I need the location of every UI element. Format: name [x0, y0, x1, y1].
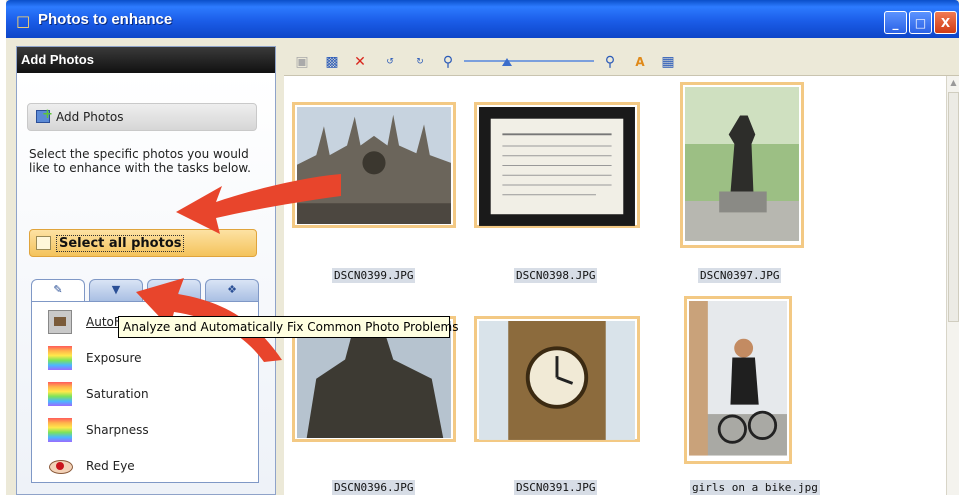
enhance-tab-icon: ✎: [53, 283, 63, 296]
clock-tower-photo: [479, 321, 635, 440]
task-label: Red Eye: [86, 459, 135, 473]
title-bar[interactable]: □ Photos to enhance _ □ X: [6, 0, 959, 38]
zoom-out-icon[interactable]: ⚲: [438, 52, 458, 72]
remove-photo-icon[interactable]: ▩: [322, 52, 342, 72]
add-photos-panel: Add Photos Add Photos Select the specifi…: [16, 46, 276, 495]
tab-enhance[interactable]: ✎: [31, 279, 85, 302]
task-label: Exposure: [86, 351, 142, 365]
task-red-eye[interactable]: Red Eye: [38, 452, 252, 480]
task-sharpness[interactable]: Sharpness: [38, 416, 252, 444]
task-label: Sharpness: [86, 423, 149, 437]
tab-edit[interactable]: ▼: [89, 279, 143, 301]
red-eye-icon: [48, 454, 73, 478]
statue-photo: [685, 87, 799, 241]
task-saturation[interactable]: Saturation: [38, 380, 252, 408]
rotate-right-icon[interactable]: ↻: [410, 52, 430, 72]
edit-tab-icon: ▼: [111, 283, 121, 296]
arrow-to-select-all: [176, 174, 341, 234]
bust-photo: [297, 321, 451, 439]
delete-icon[interactable]: ✕: [350, 52, 370, 72]
app-icon: □: [16, 12, 31, 30]
photo-thumbnail[interactable]: [474, 102, 640, 228]
saturation-icon: [48, 382, 72, 406]
view-options-icon[interactable]: ▦: [658, 52, 678, 72]
minimize-button[interactable]: _: [884, 11, 907, 34]
photo-name: DSCN0398.JPG: [514, 268, 598, 283]
vertical-scrollbar[interactable]: ▲: [946, 76, 959, 495]
sharpness-icon: [48, 418, 72, 442]
scroll-up-icon[interactable]: ▲: [948, 78, 959, 90]
photo-thumbnail[interactable]: [474, 316, 640, 442]
photo-thumbnail[interactable]: [680, 82, 804, 248]
plaque-photo: [479, 107, 635, 226]
photo-name: DSCN0391.JPG: [514, 480, 598, 495]
zoom-in-icon[interactable]: ⚲: [600, 52, 620, 72]
photos-to-enhance-window: □ Photos to enhance _ □ X Add Photos Add…: [6, 0, 959, 495]
photo-grid: DSCN0399.JPG DSCN0398.JPG DSCN0397.JPG D…: [284, 76, 946, 495]
task-label: Saturation: [86, 387, 149, 401]
rotate-left-icon[interactable]: ↺: [380, 52, 400, 72]
photo-name: DSCN0397.JPG: [698, 268, 782, 283]
sort-icon[interactable]: A: [630, 52, 650, 72]
maximize-button[interactable]: □: [909, 11, 932, 34]
photo-thumbnail[interactable]: [684, 296, 792, 464]
panel-header: Add Photos: [17, 47, 275, 73]
photo-toolbar: ▣ ▩ ✕ ↺ ↻ ⚲ ⚲ A ▦: [284, 46, 959, 76]
add-photos-label: Add Photos: [56, 110, 124, 124]
autofix-tooltip: Analyze and Automatically Fix Common Pho…: [118, 316, 458, 338]
close-button[interactable]: X: [934, 11, 957, 34]
photo-name: DSCN0396.JPG: [332, 480, 416, 495]
girls-on-bike-photo: [689, 301, 787, 456]
photo-name: DSCN0399.JPG: [332, 268, 416, 283]
zoom-slider-track[interactable]: [464, 60, 594, 62]
photo-name: girls on a bike.jpg: [690, 480, 820, 495]
exposure-icon: [48, 346, 72, 370]
add-photos-button[interactable]: Add Photos: [27, 103, 257, 131]
rotate-icon[interactable]: ▣: [292, 52, 312, 72]
select-all-label: Select all photos: [56, 235, 185, 252]
autofix-icon: [48, 310, 72, 334]
scroll-thumb[interactable]: [948, 92, 959, 322]
select-all-icon: [36, 236, 51, 250]
window-title: Photos to enhance: [38, 11, 173, 28]
add-photos-icon: [36, 107, 53, 123]
